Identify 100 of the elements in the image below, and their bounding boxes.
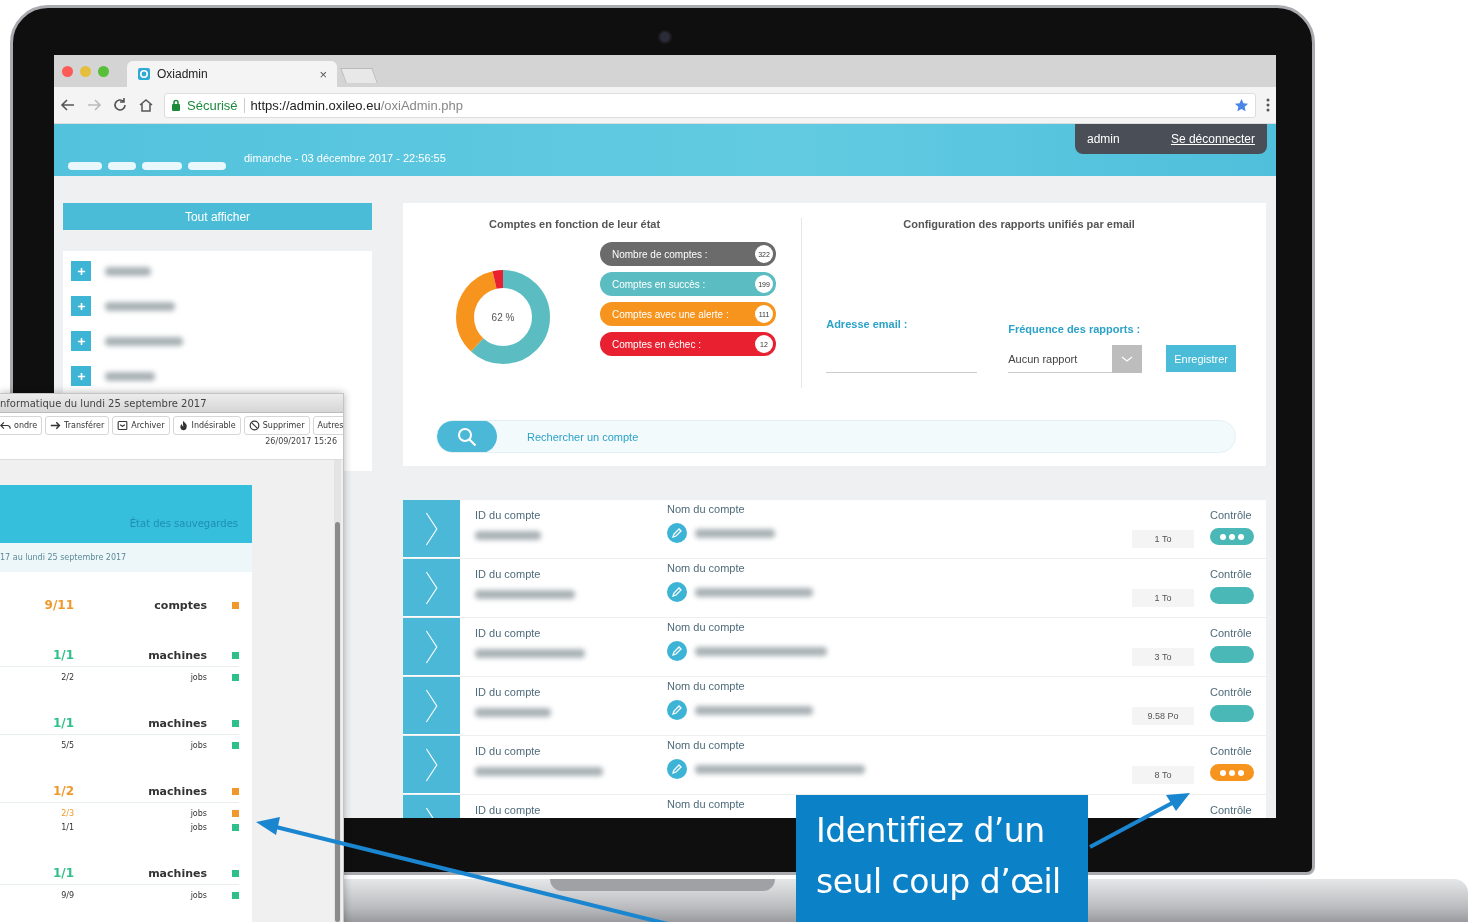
column-label: ID du compte bbox=[475, 804, 542, 816]
donut-label: 62 % bbox=[491, 311, 515, 323]
pencil-icon bbox=[667, 759, 687, 779]
status-pill[interactable] bbox=[1210, 705, 1254, 722]
panel-title: Comptes en fonction de leur état bbox=[488, 218, 662, 230]
redacted-text bbox=[105, 371, 155, 381]
expand-button[interactable] bbox=[71, 366, 91, 386]
column-label: ID du compte bbox=[475, 745, 542, 757]
chevron-down-icon bbox=[1121, 354, 1134, 363]
category-label: machines bbox=[147, 648, 208, 662]
close-tab-button[interactable]: × bbox=[319, 66, 327, 82]
size-badge: 8 To bbox=[1132, 766, 1194, 784]
window-control[interactable] bbox=[62, 65, 73, 77]
category-label: machines bbox=[147, 716, 208, 730]
count-value: 2/3 bbox=[60, 808, 74, 818]
jobs-label: jobs bbox=[189, 672, 208, 682]
size-badge: 9.58 Po bbox=[1132, 707, 1194, 725]
expand-row-button[interactable] bbox=[403, 618, 460, 675]
new-tab-button[interactable] bbox=[340, 68, 378, 83]
count-value: 5/5 bbox=[60, 740, 74, 750]
security-label: Sécurisé bbox=[187, 97, 245, 113]
column-label: Contrôle bbox=[1210, 686, 1253, 698]
status-pill[interactable] bbox=[1210, 764, 1254, 781]
logout-link[interactable]: Se déconnecter bbox=[1170, 132, 1255, 146]
count-value: 1/1 bbox=[51, 716, 74, 730]
stat-label: Comptes avec une alerte : bbox=[612, 308, 729, 320]
url-text: https://admin.oxileo.eu/oxiAdmin.php bbox=[250, 97, 465, 113]
search-icon bbox=[457, 426, 477, 447]
toolbar-button[interactable]: Supprimer bbox=[243, 416, 310, 435]
browser-tab[interactable]: Oxiadmin × bbox=[127, 61, 337, 87]
status-pill[interactable] bbox=[1210, 528, 1254, 545]
count-value: 1/1 bbox=[51, 648, 74, 662]
tab-title: Oxiadmin bbox=[157, 67, 209, 81]
category-label: machines bbox=[147, 784, 208, 798]
redacted-text bbox=[475, 531, 541, 540]
window-control[interactable] bbox=[80, 65, 91, 77]
toolbar-button[interactable]: Autres bbox=[312, 416, 343, 435]
column-label: Nom du compte bbox=[667, 739, 746, 751]
count-value: 1/1 bbox=[51, 866, 74, 880]
toolbar-button[interactable]: ondre bbox=[0, 416, 43, 435]
plus-icon bbox=[76, 266, 86, 276]
pencil-icon bbox=[667, 641, 687, 661]
home-icon bbox=[138, 97, 154, 113]
jobs-label: jobs bbox=[189, 740, 208, 750]
toolbar-button[interactable]: Archiver bbox=[112, 416, 170, 435]
redacted-text bbox=[105, 301, 175, 311]
flame-icon bbox=[177, 420, 189, 431]
reload-icon bbox=[112, 97, 128, 113]
report-period: 17 au lundi 25 septembre 2017 bbox=[0, 553, 127, 562]
search-bar[interactable]: Rechercher un compte bbox=[436, 420, 1236, 453]
status-pill[interactable] bbox=[1210, 646, 1254, 663]
expand-button[interactable] bbox=[71, 261, 91, 281]
column-label: Contrôle bbox=[1210, 745, 1253, 757]
pencil-icon bbox=[667, 700, 687, 720]
stat-label: Comptes en succès : bbox=[612, 278, 706, 290]
plus-icon bbox=[76, 336, 86, 346]
expand-button[interactable] bbox=[71, 296, 91, 316]
panel-title: Configuration des rapports unifiés par email bbox=[902, 218, 1136, 230]
column-label: Nom du compte bbox=[667, 680, 746, 692]
redacted-text bbox=[105, 266, 151, 276]
stat-label: Comptes en échec : bbox=[612, 338, 701, 350]
expand-row-button[interactable] bbox=[403, 677, 460, 734]
star-icon bbox=[1234, 97, 1249, 113]
size-badge: 1 To bbox=[1132, 589, 1194, 607]
column-label: Nom du compte bbox=[667, 503, 746, 515]
column-label: ID du compte bbox=[475, 686, 542, 698]
forward-icon bbox=[86, 97, 102, 113]
expand-button[interactable] bbox=[71, 331, 91, 351]
arrow-right-icon bbox=[50, 420, 62, 431]
plus-icon bbox=[76, 371, 86, 381]
expand-row-button[interactable] bbox=[403, 500, 460, 557]
category-label: comptes bbox=[153, 598, 208, 612]
column-label: Nom du compte bbox=[667, 621, 746, 633]
column-label: Contrôle bbox=[1210, 804, 1253, 816]
pencil-icon bbox=[667, 582, 687, 602]
expand-row-button[interactable] bbox=[403, 736, 460, 793]
size-badge: 3 To bbox=[1132, 648, 1194, 666]
lock-icon bbox=[171, 99, 181, 111]
frequency-dropdown[interactable]: Aucun rapport bbox=[1008, 345, 1143, 373]
toolbar-button[interactable]: Transférer bbox=[45, 416, 110, 435]
column-label: Contrôle bbox=[1210, 568, 1253, 580]
column-label: Nom du compte bbox=[667, 798, 746, 810]
count-value: 1/2 bbox=[51, 784, 74, 798]
expand-row-button[interactable] bbox=[403, 559, 460, 616]
stat-label: Nombre de comptes : bbox=[612, 248, 708, 260]
column-label: ID du compte bbox=[475, 509, 542, 521]
back-icon bbox=[60, 97, 76, 113]
search-input[interactable]: Rechercher un compte bbox=[525, 429, 1235, 444]
window-control[interactable] bbox=[98, 65, 109, 77]
scrollbar-thumb[interactable] bbox=[335, 522, 340, 922]
plus-icon bbox=[76, 301, 86, 311]
scrollbar[interactable] bbox=[334, 460, 341, 922]
pencil-icon bbox=[667, 523, 687, 543]
jobs-label: jobs bbox=[189, 808, 208, 818]
status-pill[interactable] bbox=[1210, 587, 1254, 604]
column-label: Nom du compte bbox=[667, 562, 746, 574]
address-field[interactable]: Sécurisé https://admin.oxileo.eu/oxiAdmin.php bbox=[164, 92, 1256, 118]
date-time: dimanche - 03 décembre 2017 - 22:56:55 bbox=[244, 152, 446, 164]
toolbar-button[interactable]: Indésirable bbox=[172, 416, 241, 435]
site-icon bbox=[137, 67, 151, 81]
